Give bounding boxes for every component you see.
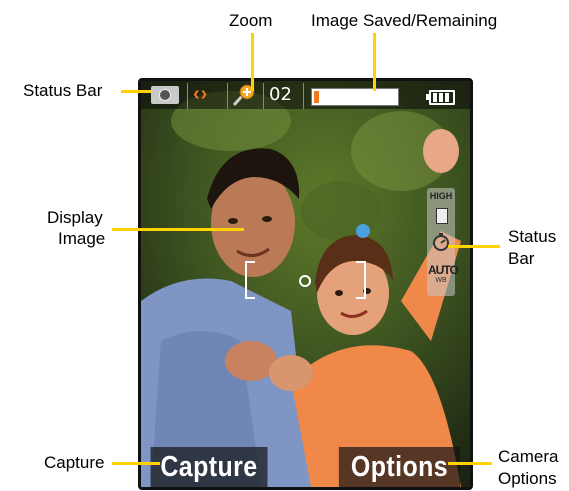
status-divider: [303, 83, 304, 109]
camera-viewfinder-screen: ‹› 02 HIGH AUTO WB Capture Options: [138, 78, 473, 490]
display-image-callout-line1: Display: [47, 208, 103, 227]
white-balance-sublabel: WB: [435, 277, 447, 284]
capture-callout: Capture: [44, 453, 105, 472]
status-bar-right-callout-line: [448, 245, 500, 248]
status-divider: [227, 83, 228, 109]
image-saved-callout-line: [373, 33, 376, 91]
status-divider: [263, 83, 264, 109]
image-count: 02: [269, 84, 292, 105]
memory-used-fill: [314, 91, 319, 103]
focus-point: [299, 275, 311, 287]
zoom-callout-line: [251, 33, 254, 91]
status-bar-left-callout: Status Bar: [23, 81, 103, 100]
focus-bracket-left: [245, 261, 255, 299]
quality-indicator: HIGH: [429, 191, 453, 201]
camera-options-callout-line2: Options: [498, 469, 557, 488]
white-balance-indicator: AUTO: [428, 263, 459, 277]
capture-button[interactable]: Capture: [150, 447, 268, 487]
side-status-bar: HIGH AUTO WB: [427, 188, 459, 296]
status-bar-right-callout-line2: Bar: [508, 249, 535, 268]
camera-options-callout-line1: Camera: [498, 447, 559, 466]
status-bar-left-callout-line: [121, 90, 151, 93]
camera-options-callout-line: [448, 462, 492, 465]
self-timer-icon: [433, 233, 449, 251]
zoom-callout: Zoom: [229, 11, 273, 30]
image-saved-callout: Image Saved/Remaining: [311, 11, 498, 30]
display-image-callout-line: [112, 228, 244, 231]
image-saved-remaining-bar: [311, 88, 399, 106]
status-bar-right-callout-line1: Status: [508, 227, 557, 246]
status-divider: [187, 83, 188, 109]
memory-card-icon: [436, 208, 448, 224]
camera-icon: [151, 86, 179, 104]
focus-bracket-right: [356, 261, 366, 299]
battery-icon: [426, 90, 455, 105]
capture-callout-line: [112, 462, 160, 465]
status-bar: ‹› 02: [141, 81, 470, 109]
display-image-callout-line2: Image: [58, 229, 106, 248]
options-button[interactable]: Options: [338, 447, 461, 487]
mode-arrows-icon[interactable]: ‹›: [193, 83, 208, 106]
